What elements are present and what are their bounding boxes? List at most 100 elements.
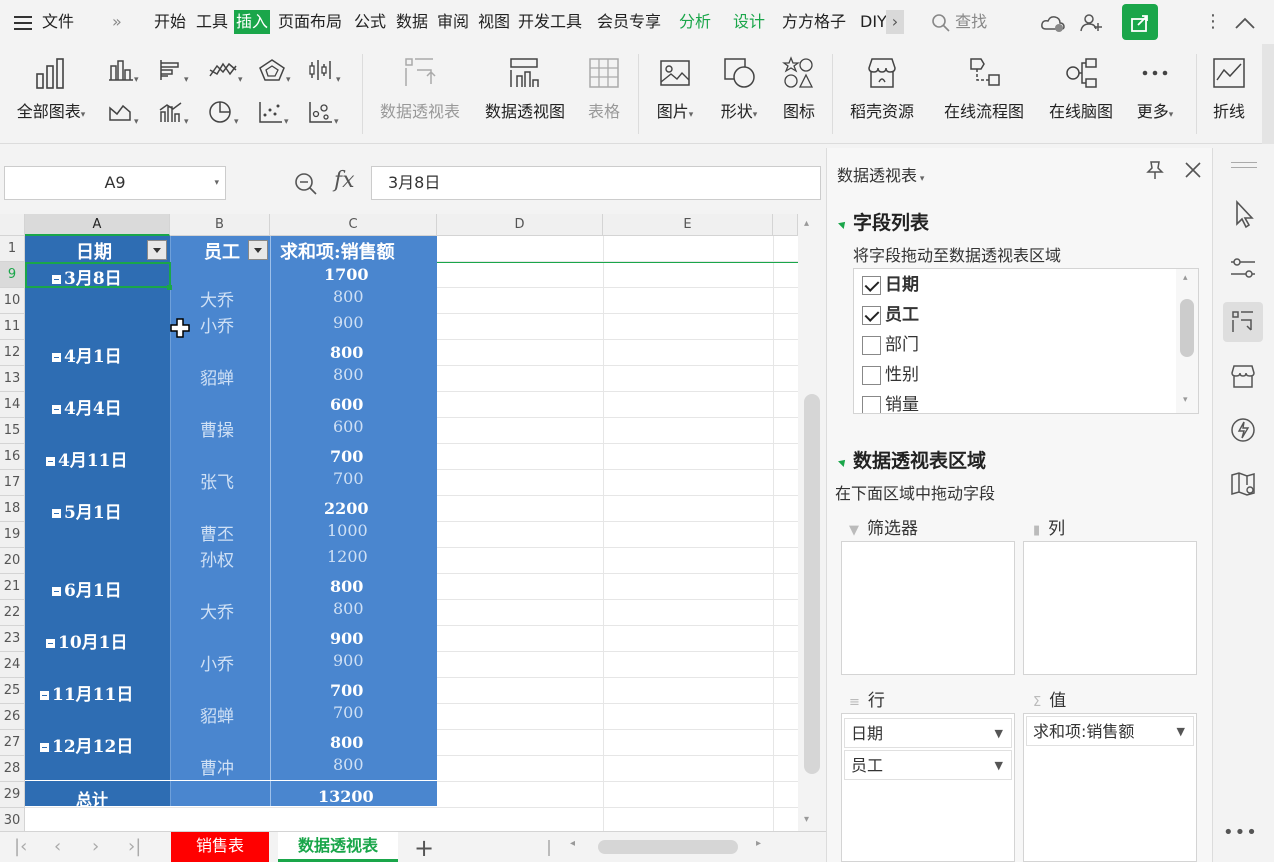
pivot-employee-cell[interactable]: 曹冲 bbox=[200, 754, 234, 779]
pivot-value-cell[interactable]: 700 bbox=[333, 703, 364, 722]
shape-button[interactable]: 形状▾ bbox=[712, 56, 766, 122]
tabs-overflow-chevron-icon[interactable]: › bbox=[886, 10, 904, 34]
function-icon[interactable]: fx bbox=[334, 168, 355, 193]
zoom-icon[interactable] bbox=[294, 172, 318, 200]
row-header[interactable]: 30 bbox=[0, 808, 25, 831]
collapse-minus-icon[interactable] bbox=[40, 691, 49, 700]
tab-tools[interactable]: 工具 bbox=[196, 0, 228, 44]
pivot-table-button[interactable]: 数据透视表 bbox=[372, 56, 468, 122]
row-field-employee[interactable]: 员工 ▼ bbox=[844, 750, 1012, 780]
ribbon-scroll[interactable] bbox=[1262, 44, 1274, 144]
row-header[interactable]: 24 bbox=[0, 652, 25, 678]
field-item[interactable]: 性别 bbox=[862, 363, 919, 387]
column-header-e[interactable]: E bbox=[603, 214, 773, 236]
pivot-value-cell[interactable]: 800 bbox=[333, 287, 364, 306]
collapse-minus-icon[interactable] bbox=[52, 587, 61, 596]
picture-button[interactable]: 图片▾ bbox=[648, 56, 702, 122]
double-chevron-icon[interactable]: » bbox=[112, 0, 122, 44]
row-header[interactable]: 18 bbox=[0, 496, 25, 522]
pivot-value-cell[interactable]: 600 bbox=[333, 417, 364, 436]
vertical-scroll-thumb[interactable] bbox=[804, 394, 820, 774]
column-header-d[interactable]: D bbox=[437, 214, 603, 236]
pivot-value-cell[interactable]: 900 bbox=[333, 313, 364, 332]
row-header[interactable]: 20 bbox=[0, 548, 25, 574]
value-field-sum-sales[interactable]: 求和项:销售额 ▼ bbox=[1026, 716, 1194, 746]
pivot-employee-cell[interactable]: 孙权 bbox=[200, 546, 234, 571]
pivot-employee-cell[interactable]: 貂蝉 bbox=[200, 364, 234, 389]
spreadsheet-grid[interactable]: A B C D E 1 9 10 11 12 13 14 15 16 17 18 19 20 21 22 23… bbox=[0, 214, 798, 831]
search-box[interactable]: 查找 bbox=[932, 0, 987, 44]
next-sheet-icon[interactable]: › bbox=[92, 836, 99, 857]
pivot-subtotal-cell[interactable]: 700 bbox=[330, 681, 363, 700]
pivot-value-cell[interactable]: 1000 bbox=[327, 521, 368, 540]
horizontal-scrollbar[interactable]: ◂ ▸ bbox=[570, 838, 770, 856]
row-header[interactable]: 11 bbox=[0, 314, 25, 340]
row-header[interactable]: 17 bbox=[0, 470, 25, 496]
row-header[interactable]: 27 bbox=[0, 730, 25, 756]
pivot-employee-cell[interactable]: 小乔 bbox=[200, 650, 234, 675]
pivot-value-cell[interactable]: 800 bbox=[333, 599, 364, 618]
horizontal-scroll-thumb[interactable] bbox=[598, 840, 738, 854]
checkbox-icon[interactable] bbox=[862, 335, 881, 355]
filter-drop-zone[interactable] bbox=[841, 541, 1015, 675]
pivot-employee-cell[interactable]: 貂蝉 bbox=[200, 702, 234, 727]
pivot-employee-cell[interactable]: 大乔 bbox=[200, 286, 234, 311]
close-icon[interactable] bbox=[1183, 160, 1203, 184]
scroll-down-icon[interactable]: ▾ bbox=[1183, 395, 1188, 405]
date-filter-button[interactable] bbox=[147, 240, 167, 260]
row-field-date[interactable]: 日期 ▼ bbox=[844, 718, 1012, 748]
pivot-date-cell[interactable]: 4月1日 bbox=[52, 342, 122, 367]
bar-horizontal-icon[interactable]: ▾ bbox=[158, 58, 189, 86]
checkbox-icon[interactable] bbox=[862, 395, 881, 413]
tab-view[interactable]: 视图 bbox=[478, 0, 510, 44]
chevron-down-icon[interactable]: ▼ bbox=[995, 719, 1003, 749]
field-list-scrollbar[interactable]: ▴ ▾ bbox=[1176, 269, 1198, 413]
pivot-subtotal-cell[interactable]: 800 bbox=[330, 733, 363, 752]
tab-ffcell[interactable]: 方方格子 bbox=[782, 0, 846, 44]
pivot-chart-button[interactable]: 数据透视图 bbox=[478, 56, 572, 122]
field-list-title[interactable]: 字段列表 bbox=[838, 208, 929, 235]
area-chart-icon[interactable]: ▾ bbox=[108, 100, 139, 128]
collapse-minus-icon[interactable] bbox=[46, 457, 55, 466]
row-header[interactable]: 29 bbox=[0, 782, 25, 808]
stock-chart-icon[interactable]: ▾ bbox=[308, 58, 341, 86]
select-cursor-icon[interactable] bbox=[1223, 194, 1263, 234]
pivot-date-cell[interactable]: 12月12日 bbox=[40, 732, 133, 757]
field-item[interactable]: 销量 bbox=[862, 393, 919, 413]
store-icon[interactable] bbox=[1223, 356, 1263, 396]
chevron-down-icon[interactable]: ▼ bbox=[995, 751, 1003, 781]
lightning-icon[interactable] bbox=[1223, 410, 1263, 450]
column-header-b[interactable]: B bbox=[170, 214, 270, 236]
collapse-minus-icon[interactable] bbox=[52, 353, 61, 362]
pin-icon[interactable] bbox=[1145, 160, 1165, 184]
name-box[interactable]: A9 ▾ bbox=[4, 166, 226, 200]
tab-home[interactable]: 开始 bbox=[154, 0, 186, 44]
field-list[interactable]: 日期 员工 部门 性别 销量 ▴ ▾ bbox=[853, 268, 1199, 414]
pivot-value-cell[interactable]: 1200 bbox=[327, 547, 368, 566]
pie-chart-icon[interactable]: ▾ bbox=[208, 100, 239, 128]
vertical-scrollbar[interactable]: ▴ ▾ bbox=[798, 214, 826, 831]
fill-handle[interactable] bbox=[167, 285, 172, 290]
collapse-minus-icon[interactable] bbox=[46, 639, 55, 648]
row-header[interactable]: 19 bbox=[0, 522, 25, 548]
row-header[interactable]: 28 bbox=[0, 756, 25, 782]
row-header[interactable]: 15 bbox=[0, 418, 25, 444]
pivot-subtotal-cell[interactable]: 2200 bbox=[324, 499, 369, 518]
file-menu[interactable]: 文件 bbox=[42, 0, 74, 44]
tab-member[interactable]: 会员专享 bbox=[597, 0, 661, 44]
online-flowchart-button[interactable]: 在线流程图 bbox=[936, 56, 1032, 122]
tab-insert[interactable]: 插入 bbox=[234, 10, 271, 34]
tab-review[interactable]: 审阅 bbox=[437, 0, 469, 44]
field-list-scroll-thumb[interactable] bbox=[1180, 299, 1194, 357]
collapse-ribbon-icon[interactable] bbox=[1234, 0, 1256, 44]
pivot-value-cell[interactable]: 900 bbox=[333, 651, 364, 670]
row-header[interactable]: 25 bbox=[0, 678, 25, 704]
tab-splitter-handle[interactable] bbox=[548, 840, 550, 856]
tab-analyze[interactable]: 分析 bbox=[679, 0, 711, 44]
row-header[interactable]: 9 bbox=[0, 262, 25, 288]
pivot-date-cell[interactable]: 4月11日 bbox=[46, 446, 128, 471]
row-header[interactable]: 16 bbox=[0, 444, 25, 470]
pivot-employee-cell[interactable]: 小乔 bbox=[200, 312, 234, 337]
sheet-tab-pivot[interactable]: 数据透视表 bbox=[278, 832, 398, 862]
add-sheet-icon[interactable]: + bbox=[414, 834, 434, 862]
